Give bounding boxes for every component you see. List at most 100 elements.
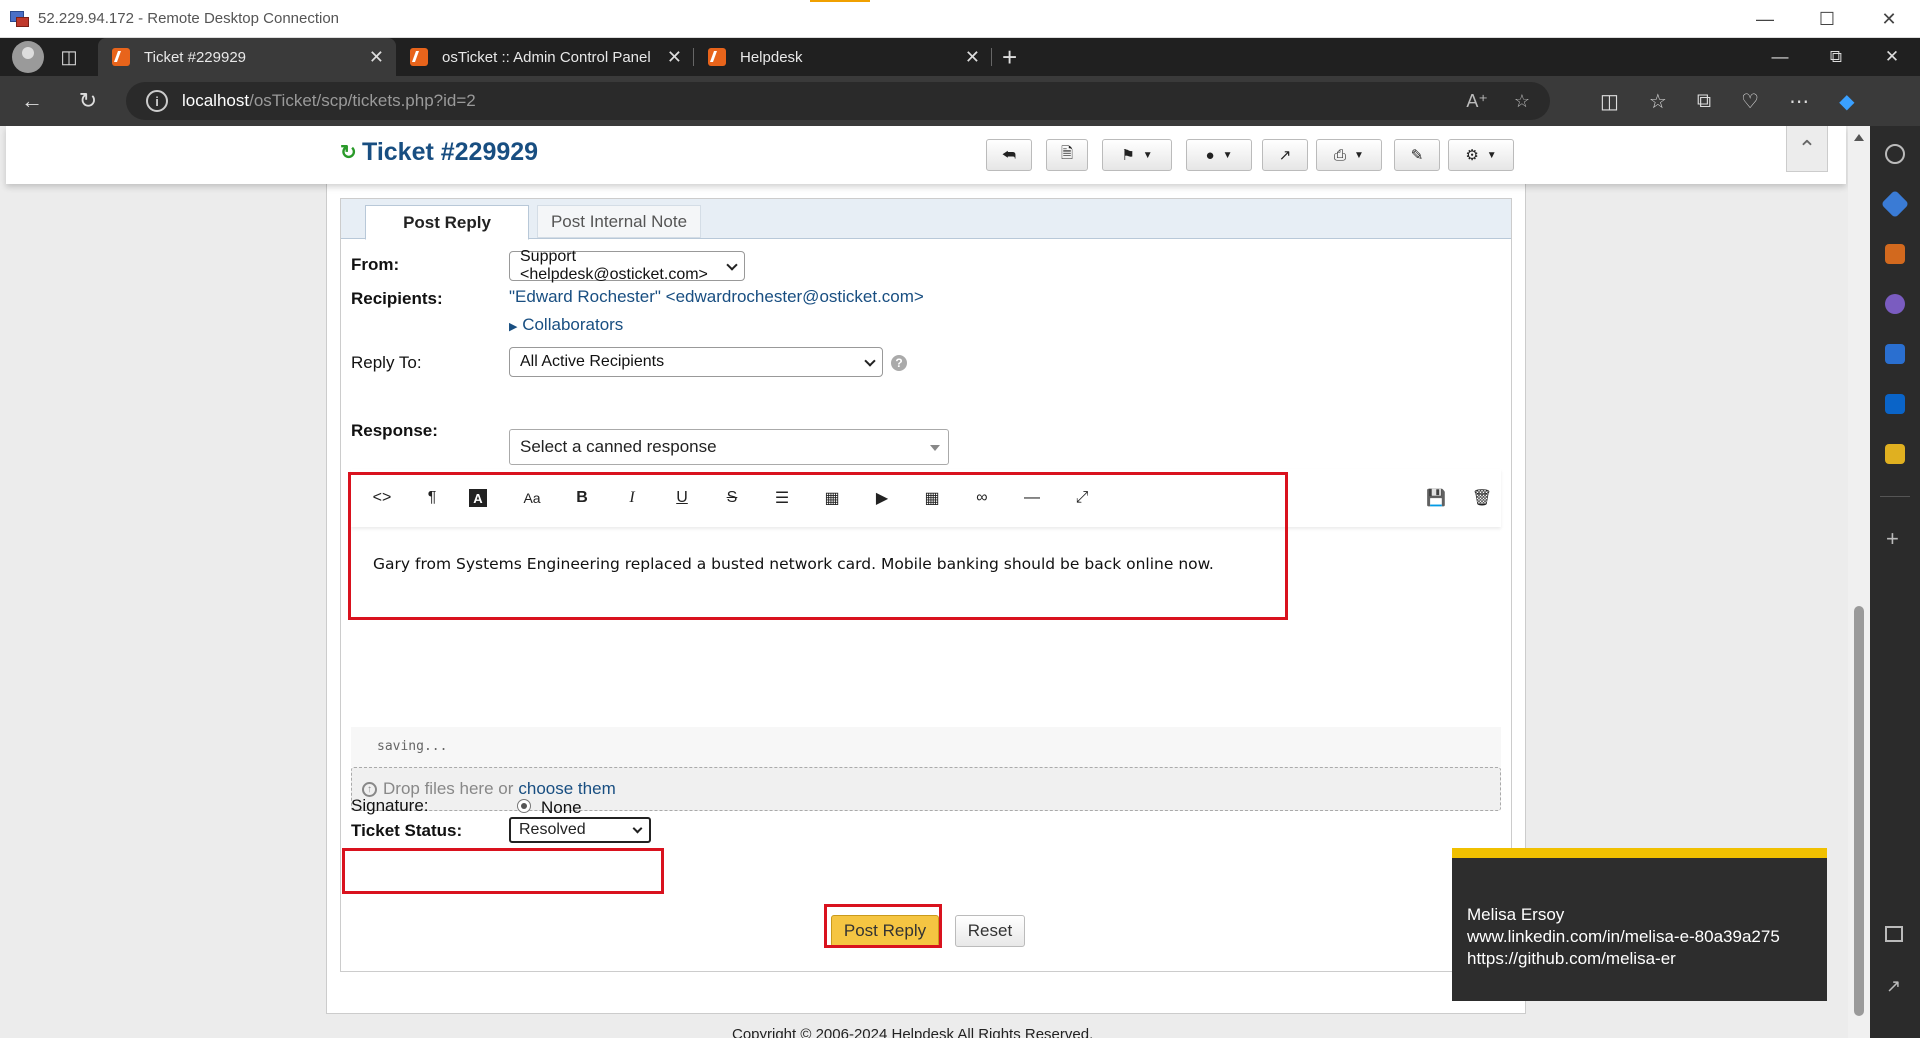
link-icon[interactable]: ∞ [969,485,995,511]
edit-ticket-button[interactable]: 🗎 [1046,139,1088,171]
dropdown-arrow-icon [930,445,940,451]
page-viewport: ↻ Ticket #229929 ⮪ 🗎 ⚑ ▼ ● ▼ ↗ ⎙ ▼ ✎ ⚙ ▼ ⌃ P… [0,126,1848,1038]
reset-button[interactable]: Reset [955,915,1025,947]
rdp-close-button[interactable]: ✕ [1858,0,1920,38]
more-menu-icon[interactable]: ⋯ [1789,89,1809,114]
post-reply-button[interactable]: Post Reply [831,915,939,947]
microsoft365-icon[interactable] [1885,344,1905,364]
print-icon: ⎙ [1334,146,1347,164]
recipients-link[interactable]: "Edward Rochester" <edwardrochester@osti… [509,287,924,307]
osticket-favicon-icon [708,48,726,66]
tab-post-reply[interactable]: Post Reply [365,205,529,240]
flag-menu-button[interactable]: ⚑ ▼ [1102,139,1172,171]
horizontal-rule-icon[interactable]: — [1019,485,1045,511]
browser-essentials-icon[interactable]: ♡ [1741,89,1759,114]
sidebar-layout-icon[interactable] [1885,926,1903,942]
restore-icon[interactable]: ⧉ [1808,38,1864,76]
collaborators-toggle[interactable]: ▶ Collaborators [509,315,623,335]
help-icon[interactable]: ? [891,355,907,371]
page-title[interactable]: Ticket #229929 [362,138,538,167]
browser-tab-admin[interactable]: osTicket :: Admin Control Panel ✕ [396,38,694,76]
url-path: /osTicket/scp/tickets.php?id=2 [249,91,476,110]
shopping-icon[interactable] [1880,189,1910,219]
favorite-star-icon[interactable]: ☆ [1514,91,1530,112]
rdp-minimize-button[interactable]: — [1734,0,1796,38]
author-watermark: Melisa Ersoy www.linkedin.com/in/melisa-… [1452,848,1827,1001]
from-value: Support <helpdesk@osticket.com> [520,248,708,283]
scroll-up-icon[interactable] [1854,134,1864,141]
reply-button[interactable]: ⮪ [986,139,1032,171]
tab-actions-icon[interactable]: ◫ [54,42,84,72]
font-size-icon[interactable]: Aa [519,485,545,511]
rdp-maximize-button[interactable]: ☐ [1796,0,1858,38]
split-screen-icon[interactable]: ◫ [1600,89,1619,114]
reply-to-select[interactable]: All Active Recipients [509,347,883,377]
site-info-icon[interactable]: i [146,90,168,112]
save-draft-icon[interactable]: 💾 [1423,485,1449,511]
gear-icon: ⚙ [1465,147,1479,164]
bold-icon[interactable]: B [569,485,595,511]
drop-icon[interactable] [1885,444,1905,464]
upload-icon: ↑ [362,781,377,797]
games-icon[interactable] [1885,294,1905,314]
close-tab-icon[interactable]: ✕ [667,47,682,68]
close-window-icon[interactable]: ✕ [1864,38,1920,76]
underline-icon[interactable]: U [669,485,695,511]
table-icon[interactable]: ▦ [919,485,945,511]
back-icon[interactable]: ← [8,81,56,121]
refresh-ticket-icon[interactable]: ↻ [340,140,357,165]
ticket-header: ↻ Ticket #229929 ⮪ 🗎 ⚑ ▼ ● ▼ ↗ ⎙ ▼ ✎ ⚙ ▼ ⌃ [6,126,1846,184]
ticket-status-select[interactable]: Resolved [509,817,651,843]
tab-internal-note[interactable]: Post Internal Note [537,205,701,238]
choose-files-link[interactable]: choose them [518,779,615,799]
italic-icon[interactable]: I [619,485,645,511]
assign-menu-button[interactable]: ● ▼ [1186,139,1252,171]
print-menu-button[interactable]: ⎙ ▼ [1316,139,1382,171]
refresh-icon[interactable]: ↻ [64,81,112,121]
edit-button[interactable]: ✎ [1394,139,1440,171]
browser-tab-strip: ◫ Ticket #229929 ✕ osTicket :: Admin Con… [0,38,1920,76]
settings-menu-button[interactable]: ⚙ ▼ [1448,139,1514,171]
html-source-icon[interactable]: <> [369,485,395,511]
minimize-icon[interactable]: — [1752,38,1808,76]
paragraph-format-icon[interactable]: ¶ [419,485,445,511]
external-link-icon[interactable]: ↗ [1886,976,1901,997]
outlook-icon[interactable] [1885,394,1905,414]
reply-form: Post Reply Post Internal Note From: Supp… [340,198,1512,972]
favorites-icon[interactable]: ☆ [1649,89,1667,114]
image-icon[interactable]: ▦ [819,485,845,511]
scrollbar-thumb[interactable] [1854,606,1864,1016]
browser-tab-ticket[interactable]: Ticket #229929 ✕ [98,38,396,76]
form-tabs: Post Reply Post Internal Note [341,199,1511,240]
copilot-icon[interactable]: ◆ [1839,89,1854,114]
transfer-button[interactable]: ↗ [1262,139,1308,171]
new-tab-icon[interactable]: + [1002,42,1017,73]
osticket-favicon-icon [112,48,130,66]
editor-content[interactable]: Gary from Systems Engineering replaced a… [373,555,1214,573]
close-tab-icon[interactable]: ✕ [369,47,384,68]
chevron-up-icon: ⌃ [1797,135,1817,161]
browser-tab-helpdesk[interactable]: Helpdesk ✕ [694,38,992,76]
caret-right-icon: ▶ [509,321,518,333]
profile-avatar[interactable] [12,41,44,73]
tools-icon[interactable] [1885,244,1905,264]
signature-none-radio[interactable] [517,799,531,813]
read-aloud-icon[interactable]: A⁺ [1466,91,1488,112]
url-host: localhost [182,91,250,110]
add-sidebar-app-icon[interactable]: + [1886,526,1899,552]
close-tab-icon[interactable]: ✕ [965,47,980,68]
search-icon[interactable] [1885,144,1905,164]
fullscreen-icon[interactable]: ⤢ [1069,485,1095,511]
strikethrough-icon[interactable]: S [719,485,745,511]
font-color-icon[interactable]: A [469,489,487,507]
scroll-to-top-button[interactable]: ⌃ [1786,126,1828,172]
trash-icon[interactable]: 🗑 [1469,485,1495,511]
collections-icon[interactable]: ⧉ [1697,90,1711,113]
list-icon[interactable]: ☰ [769,485,795,511]
canned-response-select[interactable]: Select a canned response [509,429,949,465]
url-input[interactable]: i localhost/osTicket/scp/tickets.php?id=… [126,82,1550,120]
rich-text-editor[interactable]: <> ¶ A Aa B I U S ☰ ▦ ▶ ▦ ∞ — ⤢ 💾 🗑 Gary… [351,469,1501,727]
video-icon[interactable]: ▶ [869,485,895,511]
from-select[interactable]: Support <helpdesk@osticket.com> [509,248,745,283]
page-scrollbar[interactable] [1848,126,1870,1038]
